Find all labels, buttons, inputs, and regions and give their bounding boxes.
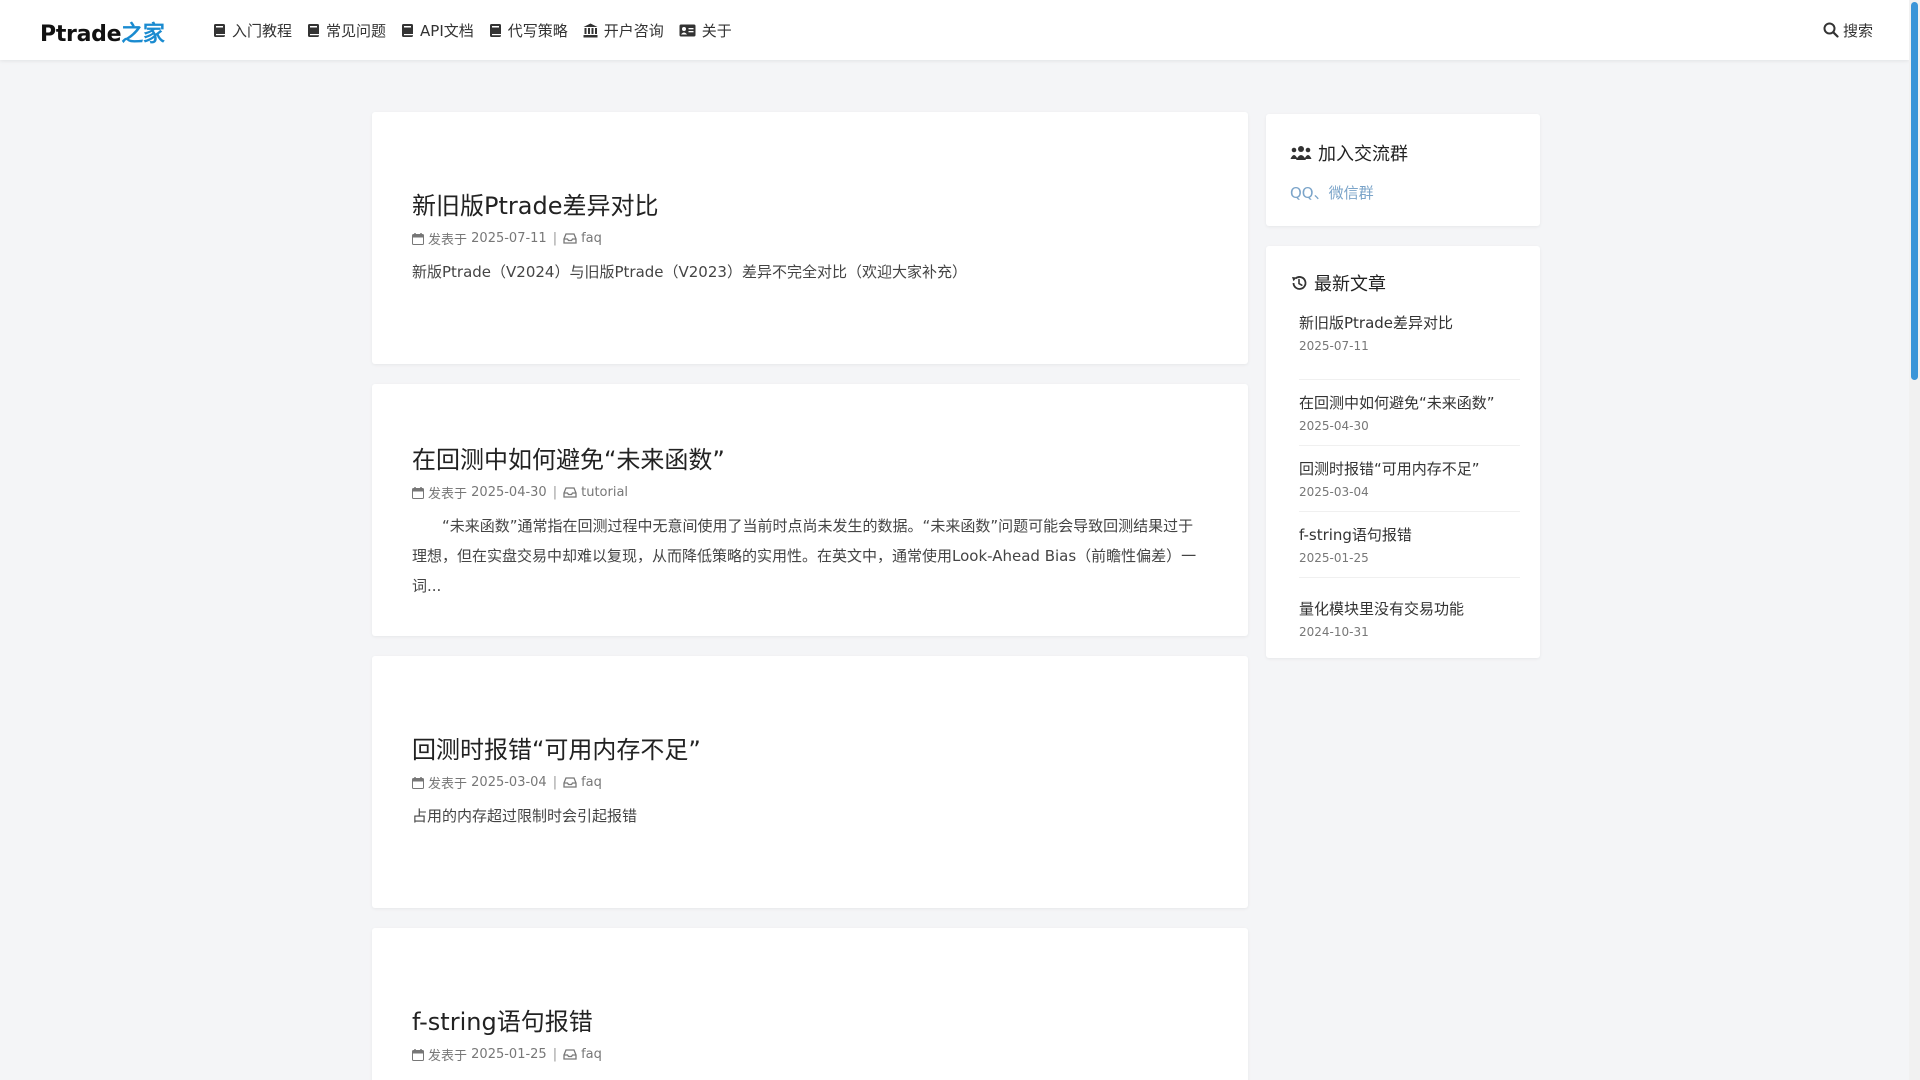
post-category-link[interactable]: faq xyxy=(581,1047,602,1062)
widget-title-text: 加入交流群 xyxy=(1318,144,1408,165)
join-group-widget: 加入交流群 QQ、微信群 xyxy=(1266,114,1540,226)
calendar-icon xyxy=(412,486,424,499)
top-navbar: Ptrade之家 入门教程 常见问题 API文档 代写策略 开户咨询 关于 搜索 xyxy=(0,0,1909,60)
post-title-link[interactable]: f-string语句报错 xyxy=(412,1002,593,1037)
post-category-link[interactable]: tutorial xyxy=(581,485,628,500)
recent-posts-widget: 最新文章 新旧版Ptrade差异对比 2025-07-11 在回测中如何避免“未… xyxy=(1266,246,1540,658)
calendar-icon xyxy=(412,232,424,245)
widget-title: 加入交流群 xyxy=(1290,140,1408,166)
scrollbar[interactable] xyxy=(1909,0,1920,1080)
recent-post-date: 2024-10-31 xyxy=(1299,625,1369,639)
users-icon xyxy=(1290,146,1312,160)
post-meta-prefix: 发表于 xyxy=(428,1049,468,1064)
main-nav: 入门教程 常见问题 API文档 代写策略 开户咨询 关于 xyxy=(213,0,747,60)
recent-post-date: 2025-01-25 xyxy=(1299,551,1369,565)
widget-title-text: 最新文章 xyxy=(1314,274,1386,295)
logo-text: Ptrade xyxy=(40,22,122,47)
scrollbar-thumb[interactable] xyxy=(1911,2,1918,380)
post-meta-prefix: 发表于 xyxy=(428,777,468,792)
post-meta-prefix: 发表于 xyxy=(428,233,468,248)
meta-separator: | xyxy=(552,1047,558,1062)
meta-separator: | xyxy=(552,485,558,500)
book-icon xyxy=(402,23,414,37)
post-card: 回测时报错“可用内存不足” 发表于 2025-03-04 | faq 占用的内存… xyxy=(372,656,1248,908)
recent-post-item[interactable]: 在回测中如何避免“未来函数” 2025-04-30 xyxy=(1299,380,1520,446)
post-date: 2025-03-04 xyxy=(471,775,547,790)
recent-post-item[interactable]: 新旧版Ptrade差异对比 2025-07-11 xyxy=(1299,312,1520,380)
bank-icon xyxy=(583,23,598,37)
logo-accent-text: 之家 xyxy=(121,22,165,47)
book-icon xyxy=(308,23,320,37)
post-date: 2025-01-25 xyxy=(471,1047,547,1062)
nav-label: 开户咨询 xyxy=(603,21,664,40)
nav-item-account-consult[interactable]: 开户咨询 xyxy=(583,20,664,41)
recent-post-item[interactable]: 量化模块里没有交易功能 2024-10-31 xyxy=(1299,578,1520,648)
recent-post-title[interactable]: 在回测中如何避免“未来函数” xyxy=(1299,392,1520,413)
post-excerpt: 占用的内存超过限制时会引起报错 xyxy=(412,807,638,825)
recent-post-date: 2025-04-30 xyxy=(1299,419,1369,433)
book-icon xyxy=(489,23,501,37)
post-title-link[interactable]: 回测时报错“可用内存不足” xyxy=(412,730,701,765)
post-date: 2025-07-11 xyxy=(471,231,547,246)
calendar-icon xyxy=(412,776,424,789)
recent-post-title[interactable]: 回测时报错“可用内存不足” xyxy=(1299,458,1520,479)
history-icon xyxy=(1292,276,1307,290)
post-card: 在回测中如何避免“未来函数” 发表于 2025-04-30 | tutorial… xyxy=(372,384,1248,636)
post-title-link[interactable]: 在回测中如何避免“未来函数” xyxy=(412,440,725,475)
search-icon xyxy=(1823,22,1839,38)
nav-item-about[interactable]: 关于 xyxy=(679,20,732,41)
post-card: f-string语句报错 发表于 2025-01-25 | faq xyxy=(372,928,1248,1080)
inbox-icon xyxy=(563,1049,577,1060)
recent-post-date: 2025-07-11 xyxy=(1299,339,1369,353)
site-logo[interactable]: Ptrade之家 xyxy=(40,16,165,48)
recent-post-title[interactable]: f-string语句报错 xyxy=(1299,524,1520,545)
inbox-icon xyxy=(563,487,577,498)
meta-separator: | xyxy=(552,775,558,790)
post-meta-prefix: 发表于 xyxy=(428,487,468,502)
search-button[interactable]: 搜索 xyxy=(1823,0,1873,60)
post-excerpt: “未来函数”通常指在回测过程中无意间使用了当前时点尚未发生的数据。“未来函数”问… xyxy=(412,517,1197,595)
nav-item-faq[interactable]: 常见问题 xyxy=(307,20,386,41)
post-meta: 发表于 2025-04-30 | tutorial xyxy=(412,483,628,502)
inbox-icon xyxy=(563,233,577,244)
nav-label: 关于 xyxy=(701,21,732,40)
id-card-icon xyxy=(679,24,696,36)
post-date: 2025-04-30 xyxy=(471,485,547,500)
post-meta: 发表于 2025-03-04 | faq xyxy=(412,773,602,792)
recent-posts-list: 新旧版Ptrade差异对比 2025-07-11 在回测中如何避免“未来函数” … xyxy=(1299,312,1520,648)
widget-title: 最新文章 xyxy=(1290,270,1386,296)
nav-item-api-docs[interactable]: API文档 xyxy=(401,20,474,41)
post-excerpt: 新版Ptrade（V2024）与旧版Ptrade（V2023）差异不完全对比（欢… xyxy=(412,263,967,281)
nav-label: 代写策略 xyxy=(507,21,568,40)
nav-label: 常见问题 xyxy=(326,21,387,40)
post-meta: 发表于 2025-01-25 | faq xyxy=(412,1045,602,1064)
nav-label: 入门教程 xyxy=(232,21,293,40)
nav-item-strategy-writing[interactable]: 代写策略 xyxy=(489,20,568,41)
book-icon xyxy=(214,23,225,37)
nav-label: API文档 xyxy=(420,21,474,40)
search-label: 搜索 xyxy=(1842,21,1873,40)
post-meta: 发表于 2025-07-11 | faq xyxy=(412,229,602,248)
post-category-link[interactable]: faq xyxy=(581,231,602,246)
meta-separator: | xyxy=(552,231,558,246)
inbox-icon xyxy=(563,777,577,788)
recent-post-title[interactable]: 新旧版Ptrade差异对比 xyxy=(1299,312,1520,333)
recent-post-item[interactable]: f-string语句报错 2025-01-25 xyxy=(1299,512,1520,578)
post-category-link[interactable]: faq xyxy=(581,775,602,790)
calendar-icon xyxy=(412,1048,424,1061)
recent-post-date: 2025-03-04 xyxy=(1299,485,1369,499)
recent-post-item[interactable]: 回测时报错“可用内存不足” 2025-03-04 xyxy=(1299,446,1520,512)
join-group-link[interactable]: QQ、微信群 xyxy=(1290,182,1374,203)
recent-post-title[interactable]: 量化模块里没有交易功能 xyxy=(1299,598,1520,619)
post-card: 新旧版Ptrade差异对比 发表于 2025-07-11 | faq 新版Ptr… xyxy=(372,112,1248,364)
nav-item-tutorial[interactable]: 入门教程 xyxy=(213,20,292,41)
post-title-link[interactable]: 新旧版Ptrade差异对比 xyxy=(412,186,658,221)
